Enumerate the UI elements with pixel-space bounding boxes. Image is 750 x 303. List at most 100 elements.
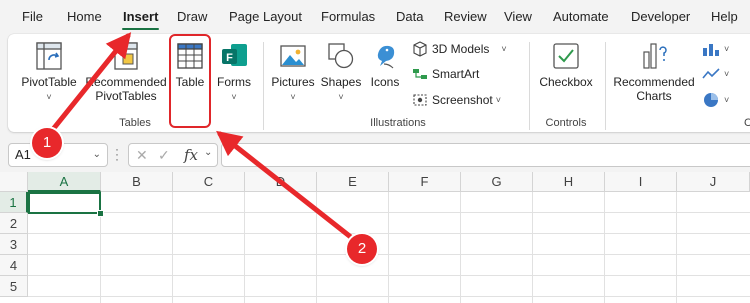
recommended-charts-button[interactable]: Recommended Charts [610, 40, 698, 103]
formula-expand-icon[interactable]: ⌄ [204, 147, 212, 158]
icons-icon [377, 45, 395, 69]
tab-data[interactable]: Data [396, 9, 423, 24]
pivottable-dropdown-icon: ˅ [46, 92, 52, 102]
cancel-icon[interactable]: ✕ [136, 147, 148, 164]
callout-badge-2: 2 [347, 234, 377, 264]
smartart-icon [413, 69, 427, 79]
recommended-pivottables-button[interactable]: Recommended PivotTables [84, 40, 168, 103]
row-header-3[interactable]: 3 [0, 234, 28, 255]
pictures-label: Pictures [271, 75, 315, 89]
spreadsheet-grid: A B C D E F G H I J 1 2 3 4 5 [0, 172, 750, 303]
column-header-d[interactable]: D [245, 172, 317, 192]
smartart-button[interactable]: SmartArt [412, 66, 479, 82]
grid-line [28, 275, 750, 276]
column-header-a[interactable]: A [28, 172, 101, 192]
3d-cube-icon [413, 41, 427, 57]
tab-developer[interactable]: Developer [631, 9, 690, 24]
column-header-g[interactable]: G [461, 172, 533, 192]
pictures-icon [280, 45, 306, 67]
checkbox-button[interactable]: Checkbox [536, 40, 596, 89]
insert-function-icon[interactable]: fx [184, 146, 198, 164]
grid-line [28, 254, 750, 255]
ribbon-tab-bar: File Home Insert Draw Page Layout Formul… [0, 0, 750, 36]
name-box-value: A1 [15, 147, 31, 162]
charts-group-label: C [744, 117, 750, 129]
line-chart-button[interactable]: ˅ [702, 66, 729, 82]
pie-chart-icon [704, 93, 718, 107]
column-header-h[interactable]: H [533, 172, 605, 192]
enter-icon[interactable]: ✓ [158, 147, 170, 164]
grid-line [172, 192, 173, 303]
tab-view[interactable]: View [504, 9, 532, 24]
pivottable-icon [36, 42, 62, 70]
pivottable-button[interactable]: PivotTable ˅ [20, 40, 78, 104]
screenshot-icon [413, 94, 427, 106]
recommended-pivottables-label-1: Recommended [85, 75, 167, 89]
shapes-label: Shapes [320, 75, 362, 89]
icons-label: Icons [370, 75, 400, 89]
row-header-2[interactable]: 2 [0, 213, 28, 234]
callout-badge-1: 1 [32, 128, 62, 158]
column-chart-icon [703, 44, 719, 56]
fill-handle[interactable] [97, 210, 104, 217]
pictures-dropdown-icon: ˅ [290, 92, 296, 102]
active-tab-indicator [122, 28, 159, 30]
tab-file[interactable]: File [22, 9, 43, 24]
column-header-i[interactable]: I [605, 172, 677, 192]
screenshot-button[interactable]: Screenshot ˅ [412, 92, 501, 108]
recommended-charts-label-1: Recommended [613, 75, 695, 89]
column-header-j[interactable]: J [677, 172, 750, 192]
controls-group-label: Controls [545, 117, 587, 129]
column-header-b[interactable]: B [101, 172, 173, 192]
tab-draw[interactable]: Draw [177, 9, 207, 24]
shapes-dropdown-icon: ˅ [338, 92, 344, 102]
pie-chart-dropdown-icon: ˅ [724, 95, 730, 105]
tab-page-layout[interactable]: Page Layout [229, 9, 302, 24]
name-box-dropdown-icon[interactable]: ⌄ [93, 144, 101, 166]
checkbox-icon [553, 43, 579, 69]
row-header-4[interactable]: 4 [0, 255, 28, 276]
screenshot-label: Screenshot [432, 93, 493, 107]
grid-line [28, 233, 750, 234]
formula-input[interactable] [221, 143, 750, 167]
forms-button[interactable]: F Forms ˅ [214, 40, 254, 104]
svg-text:F: F [226, 52, 233, 64]
group-divider [529, 42, 530, 130]
tab-review[interactable]: Review [444, 9, 487, 24]
forms-icon: F [222, 44, 247, 66]
shapes-icon [328, 43, 354, 69]
tab-insert[interactable]: Insert [123, 9, 158, 24]
smartart-label: SmartArt [432, 67, 480, 81]
row-header-1[interactable]: 1 [0, 192, 28, 213]
column-header-f[interactable]: F [389, 172, 461, 192]
pictures-button[interactable]: Pictures ˅ [270, 40, 316, 104]
tab-help[interactable]: Help [711, 9, 738, 24]
more-options-icon[interactable]: · · · [115, 143, 119, 165]
grid-line [532, 192, 533, 303]
column-chart-button[interactable]: ˅ [702, 41, 729, 57]
tab-automate[interactable]: Automate [553, 9, 609, 24]
column-header-e[interactable]: E [317, 172, 389, 192]
grid-line [460, 192, 461, 303]
recommended-charts-icon [643, 43, 667, 69]
3d-models-button[interactable]: 3D Models ˅ [412, 41, 507, 57]
tables-group-label: Tables [119, 117, 151, 129]
recommended-charts-label-2: Charts [636, 89, 672, 103]
pie-chart-button[interactable]: ˅ [702, 92, 729, 108]
row-header-5[interactable]: 5 [0, 276, 28, 297]
tab-formulas[interactable]: Formulas [321, 9, 375, 24]
select-all-corner[interactable] [0, 172, 28, 192]
tab-home[interactable]: Home [67, 9, 102, 24]
grid-line [604, 192, 605, 303]
3d-models-label: 3D Models [432, 42, 490, 56]
checkbox-label: Checkbox [539, 75, 593, 89]
cell-a1[interactable] [28, 192, 101, 214]
forms-dropdown-icon: ˅ [231, 92, 237, 102]
line-chart-dropdown-icon: ˅ [724, 69, 730, 79]
icons-button[interactable]: Icons [366, 40, 404, 89]
ribbon-panel: PivotTable ˅ Recommended PivotTables Tab… [8, 34, 750, 132]
shapes-button[interactable]: Shapes ˅ [319, 40, 363, 104]
formula-bar: A1 ⌄ · · · ✕ ✓ fx ⌄ [0, 140, 750, 170]
column-header-c[interactable]: C [173, 172, 245, 192]
line-chart-icon [702, 68, 720, 79]
